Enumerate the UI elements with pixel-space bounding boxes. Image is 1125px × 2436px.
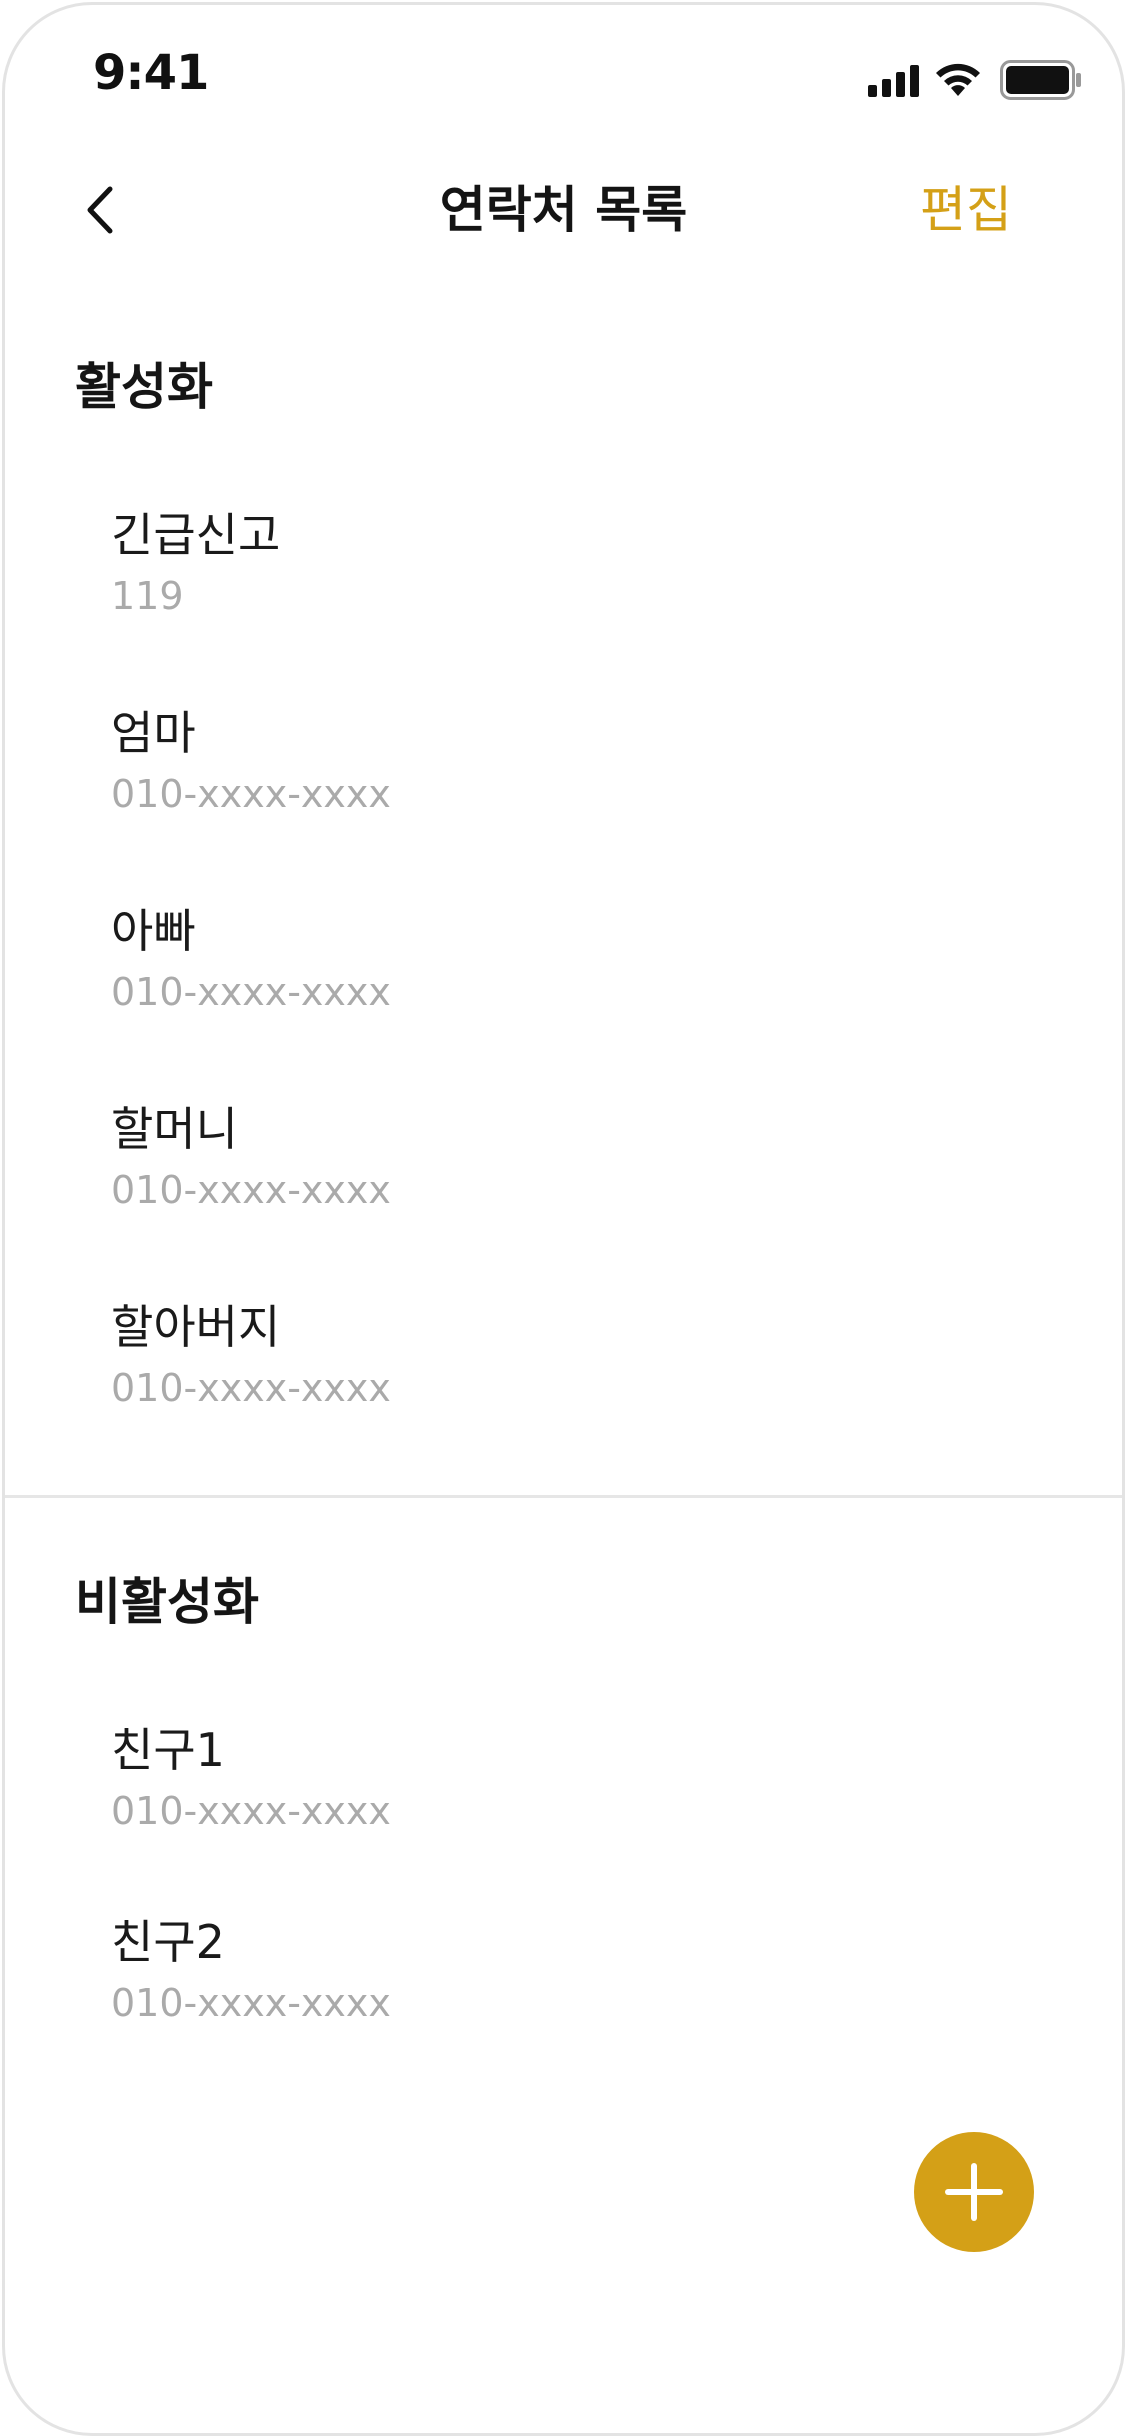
contact-item[interactable]: 아빠 010-xxxx-xxxx <box>111 901 1011 1017</box>
contact-phone: 010-xxxx-xxxx <box>111 1981 391 2025</box>
contact-name: 엄마 <box>111 706 196 760</box>
contact-name: 긴급신고 <box>111 508 281 562</box>
contact-item[interactable]: 친구2 010-xxxx-xxxx <box>111 1912 1011 2028</box>
status-icons <box>868 60 1082 100</box>
contact-name: 아빠 <box>111 904 196 958</box>
signal-icon <box>868 65 919 97</box>
plus-icon <box>945 2163 1003 2221</box>
contact-phone: 010-xxxx-xxxx <box>111 1789 391 1833</box>
contact-item[interactable]: 할아버지 010-xxxx-xxxx <box>111 1297 1011 1413</box>
section-divider <box>5 1495 1122 1498</box>
phone-frame: 9:41 연락처 목록 편집 활성화 긴급신고 119 엄마 010-xxxx-… <box>2 2 1125 2436</box>
contact-phone: 010-xxxx-xxxx <box>111 1366 391 1410</box>
contact-item[interactable]: 엄마 010-xxxx-xxxx <box>111 703 1011 819</box>
contact-phone: 010-xxxx-xxxx <box>111 772 391 816</box>
contact-name: 친구2 <box>111 1915 225 1969</box>
contact-name: 할머니 <box>111 1102 238 1156</box>
contact-name: 친구1 <box>111 1723 225 1777</box>
status-time: 9:41 <box>93 45 209 101</box>
contact-item[interactable]: 긴급신고 119 <box>111 505 1011 621</box>
contact-phone: 010-xxxx-xxxx <box>111 1168 391 1212</box>
contact-phone: 119 <box>111 574 184 618</box>
wifi-icon <box>936 63 980 96</box>
contact-phone: 010-xxxx-xxxx <box>111 970 391 1014</box>
section-title-inactive: 비활성화 <box>75 1573 259 1631</box>
contact-item[interactable]: 친구1 010-xxxx-xxxx <box>111 1720 1011 1836</box>
section-title-active: 활성화 <box>75 358 213 416</box>
contact-name: 할아버지 <box>111 1300 281 1354</box>
edit-button[interactable]: 편집 <box>920 175 1012 245</box>
contact-item[interactable]: 할머니 010-xxxx-xxxx <box>111 1099 1011 1215</box>
add-contact-button[interactable] <box>914 2132 1034 2252</box>
battery-icon <box>1000 60 1081 100</box>
